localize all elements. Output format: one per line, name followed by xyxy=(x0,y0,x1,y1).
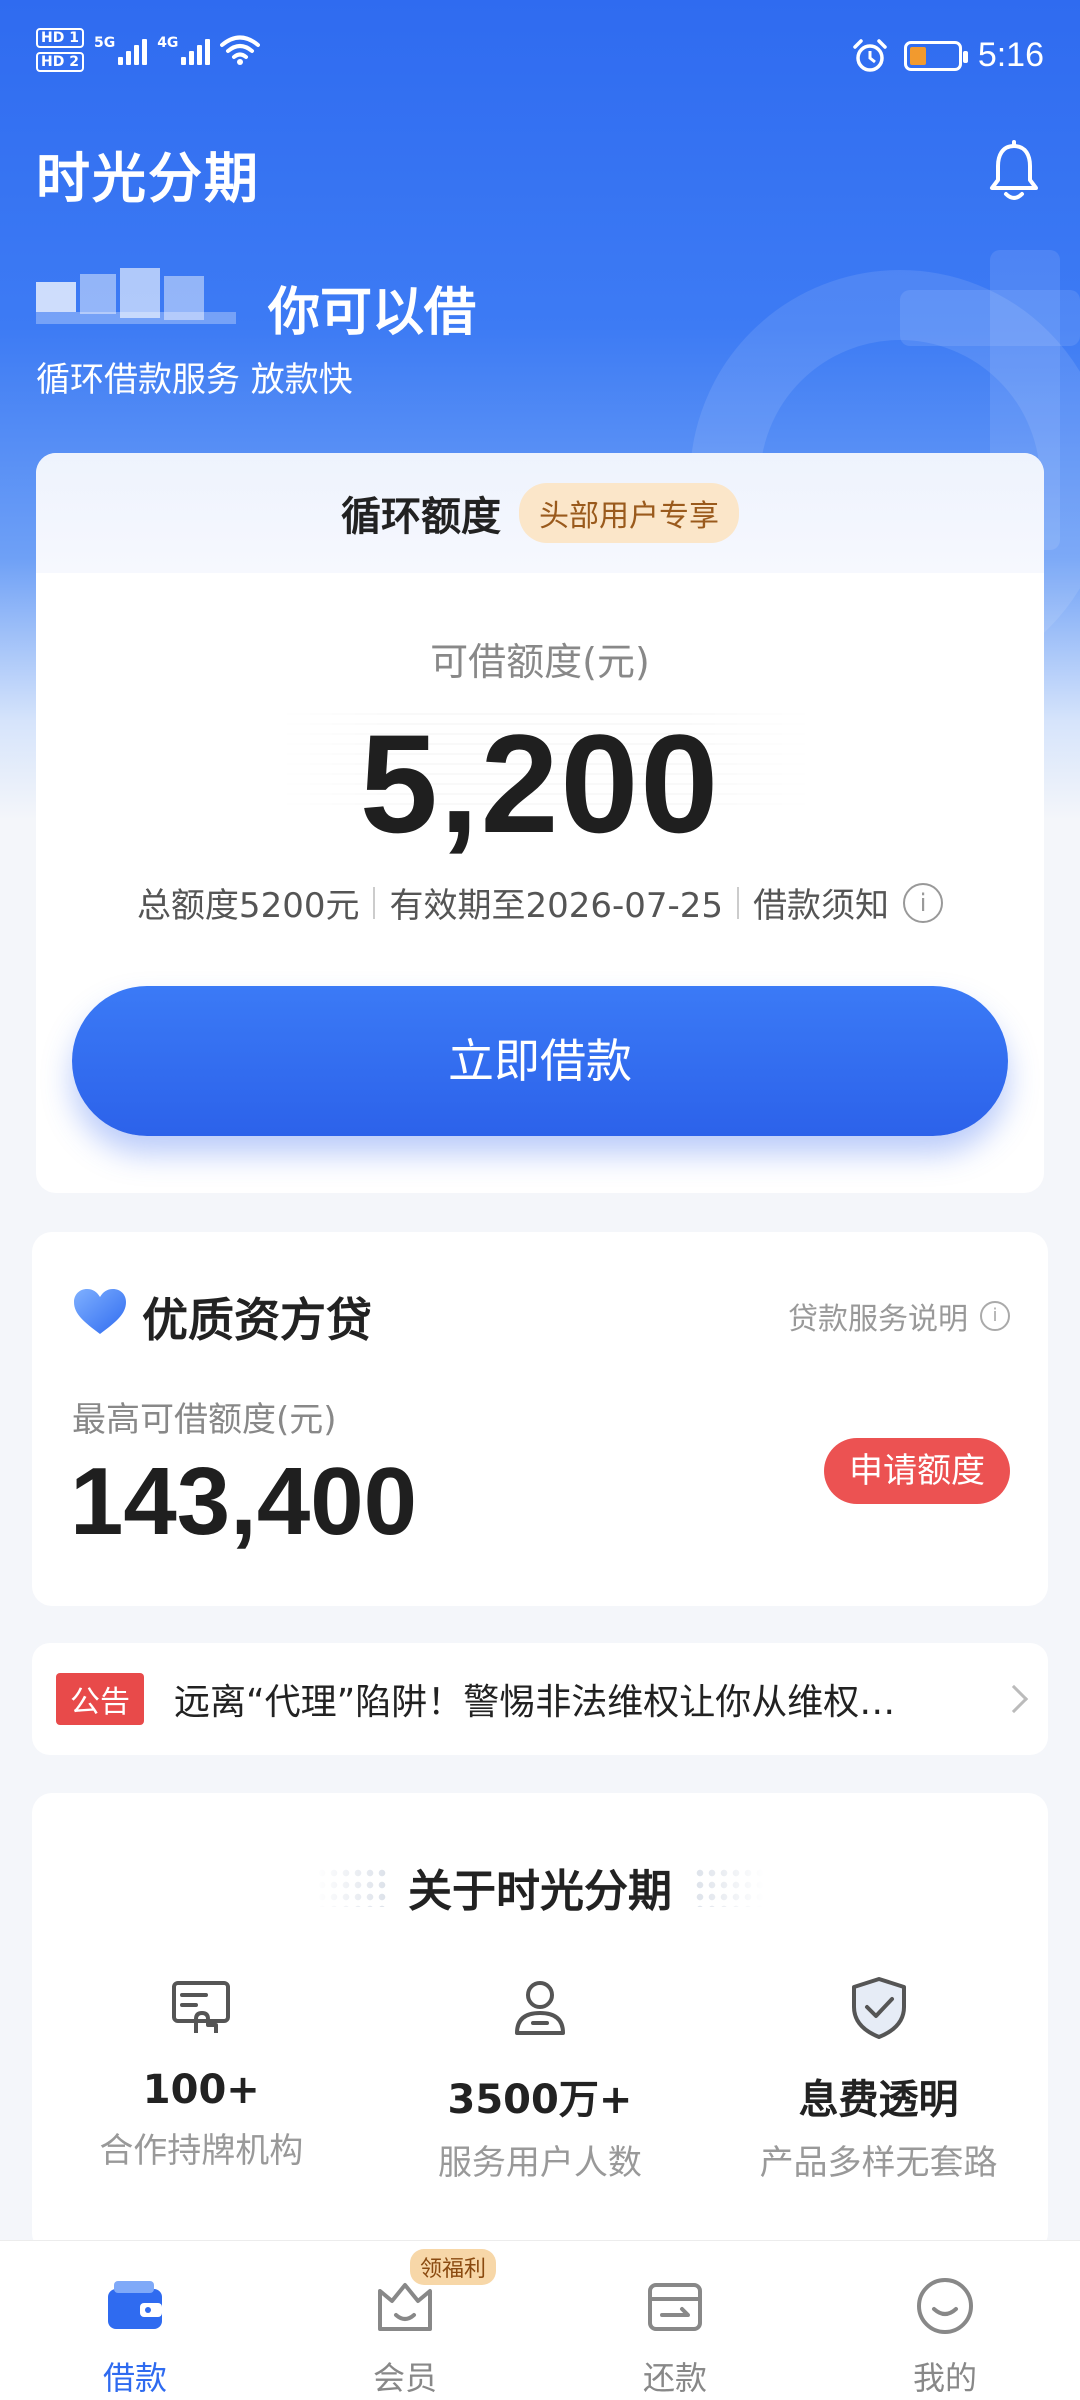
stat-value: 息费透明 xyxy=(798,2077,959,2123)
signal-icon: 5G xyxy=(93,35,148,65)
available-amount-label: 可借额度(元) xyxy=(430,640,650,684)
borrow-now-button[interactable]: 立即借款 xyxy=(72,986,1008,1136)
app-title: 时光分期 xyxy=(36,147,260,210)
about-section: 关于时光分期 100+ 合作持牌机构 3500万+ 服务用户人数 息费透明 产品… xyxy=(32,1793,1048,2253)
info-icon[interactable]: i xyxy=(903,882,944,923)
tab-label: 会员 xyxy=(372,2359,437,2397)
max-amount-label: 最高可借额度(元) xyxy=(72,1400,337,1440)
loan-explain-label: 贷款服务说明 xyxy=(788,1302,968,1337)
tab-profile[interactable]: 我的 xyxy=(810,2241,1080,2400)
stat-item: 100+ 合作持牌机构 xyxy=(32,1973,371,2184)
about-title: 关于时光分期 xyxy=(408,1866,672,1917)
tab-repay[interactable]: 还款 xyxy=(540,2241,810,2400)
signal-icon: 4G xyxy=(157,35,211,65)
stats-row: 100+ 合作持牌机构 3500万+ 服务用户人数 息费透明 产品多样无套路 xyxy=(32,1973,1048,2184)
heart-icon xyxy=(74,1289,126,1334)
credit-card-title: 循环额度 xyxy=(341,494,501,540)
welfare-badge: 领福利 xyxy=(410,2249,497,2285)
masked-username xyxy=(36,268,236,328)
stat-value: 100+ xyxy=(142,2067,260,2113)
dots-decoration xyxy=(316,1867,386,1907)
tab-label: 借款 xyxy=(102,2359,167,2397)
max-amount: 143,400 xyxy=(70,1448,418,1555)
about-title-row: 关于时光分期 xyxy=(32,1855,1048,1919)
loan-title: 优质资方贷 xyxy=(142,1293,372,1347)
loan-notice-link[interactable]: 借款须知 xyxy=(753,878,889,927)
credit-meta: 总额度5200元 有效期至2026-07-25 借款须知 i xyxy=(36,878,1044,927)
chevron-right-icon xyxy=(999,1684,1029,1714)
dots-decoration xyxy=(694,1867,764,1907)
tab-label: 我的 xyxy=(912,2359,977,2397)
stat-label: 服务用户人数 xyxy=(437,2143,642,2183)
divider xyxy=(737,886,740,919)
institution-icon xyxy=(172,1981,231,2033)
available-amount: 5,200 xyxy=(359,705,721,862)
shield-check-icon xyxy=(851,1977,906,2039)
network-label: 5G xyxy=(93,35,116,51)
profile-icon xyxy=(917,2278,973,2334)
status-bar: HD 1 HD 2 5G 4G 5:16 xyxy=(0,0,1080,100)
stat-value: 3500万+ xyxy=(447,2077,633,2123)
stat-label: 产品多样无套路 xyxy=(759,2143,998,2183)
network-label: 4G xyxy=(157,35,179,51)
sim2-label: HD 2 xyxy=(36,52,84,72)
valid-until: 有效期至2026-07-25 xyxy=(389,886,724,926)
headline: 你可以借 xyxy=(268,283,477,343)
loan-service-explain-link[interactable]: 贷款服务说明 i xyxy=(788,1294,1010,1338)
wifi-icon xyxy=(220,35,261,65)
info-icon: i xyxy=(980,1301,1010,1331)
stat-label: 合作持牌机构 xyxy=(99,2131,304,2171)
battery-level xyxy=(909,46,926,65)
alarm-icon xyxy=(853,38,887,72)
repay-icon xyxy=(648,2283,702,2331)
announcement-bar[interactable]: 公告 远离“代理”陷阱！警惕非法维权让你从维权… xyxy=(32,1643,1048,1755)
total-limit: 总额度5200元 xyxy=(136,886,360,926)
divider xyxy=(373,886,376,919)
hero-decoration xyxy=(900,290,1080,346)
tab-borrow[interactable]: 借款 xyxy=(0,2241,270,2400)
subline: 循环借款服务 放款快 xyxy=(36,360,353,400)
stat-item: 3500万+ 服务用户人数 xyxy=(371,1973,710,2184)
vip-tag: 头部用户专享 xyxy=(519,483,739,543)
bottom-tab-bar: 借款 领福利 会员 还款 我的 xyxy=(0,2240,1080,2400)
stat-item: 息费透明 产品多样无套路 xyxy=(709,1973,1048,2184)
announcement-text: 远离“代理”陷阱！警惕非法维权让你从维权… xyxy=(174,1682,896,1723)
announcement-tag: 公告 xyxy=(56,1673,144,1725)
revolving-credit-card: 循环额度 头部用户专享 可借额度(元) 5,200 总额度5200元 有效期至2… xyxy=(36,453,1044,1193)
bell-icon[interactable] xyxy=(986,140,1042,204)
user-icon xyxy=(514,1981,565,2035)
apply-limit-button[interactable]: 申请额度 xyxy=(824,1438,1010,1504)
tab-label: 还款 xyxy=(642,2359,707,2397)
wallet-icon xyxy=(108,2281,162,2329)
clock: 5:16 xyxy=(977,36,1044,74)
sim-indicators: HD 1 HD 2 xyxy=(36,28,84,72)
battery-icon xyxy=(903,40,968,71)
sim1-label: HD 1 xyxy=(36,28,84,48)
premium-loan-card: 优质资方贷 贷款服务说明 i 最高可借额度(元) 143,400 申请额度 xyxy=(32,1232,1048,1606)
status-right: 5:16 xyxy=(852,36,1044,75)
tab-member[interactable]: 领福利 会员 xyxy=(270,2241,540,2400)
status-left: HD 1 HD 2 5G 4G xyxy=(36,28,261,72)
credit-card-header: 循环额度 头部用户专享 xyxy=(36,453,1044,573)
